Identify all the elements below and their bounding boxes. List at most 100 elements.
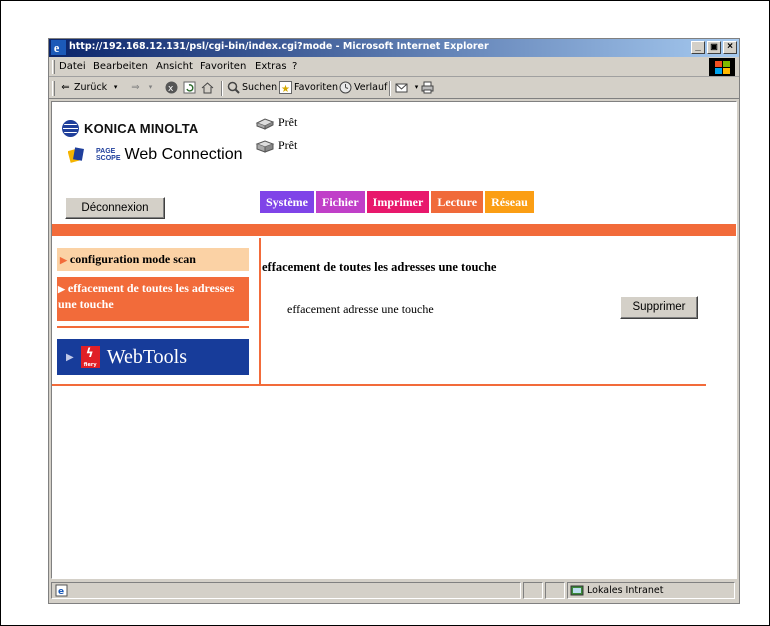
status-zone-cell: Lokales Intranet	[567, 582, 735, 599]
fiery-text: fiery	[83, 362, 97, 368]
toolbar: ⇐ Zurück ▾ ⇒ ▾ x Suchen ★ Favoriten Verl…	[49, 78, 739, 99]
forward-button[interactable]: ⇒ ▾	[129, 81, 157, 94]
status-text-2: Prêt	[278, 138, 298, 152]
sidebar-item-label: effacement de toutes les adresses une to…	[58, 281, 235, 311]
arrow-right-icon: ▶	[60, 255, 67, 265]
webtools-link[interactable]: ▶ ϟ fiery WebTools	[57, 339, 249, 375]
zone-label: Lokales Intranet	[587, 585, 664, 596]
pagescope-line1: PAGE	[96, 148, 116, 155]
browser-window: e http://192.168.12.131/psl/cgi-bin/inde…	[48, 38, 740, 604]
toolbar-separator	[389, 81, 391, 96]
history-icon	[339, 81, 352, 94]
tab-fichier[interactable]: Fichier	[316, 191, 365, 213]
title-bar[interactable]: e http://192.168.12.131/psl/cgi-bin/inde…	[49, 39, 739, 57]
print-button[interactable]	[421, 81, 434, 94]
forward-arrow-icon: ⇒	[131, 82, 140, 93]
search-icon	[227, 81, 240, 94]
stop-button[interactable]: x	[165, 81, 178, 94]
tab-reseau[interactable]: Réseau	[485, 191, 534, 213]
printer-icon	[255, 117, 275, 130]
home-icon	[201, 82, 214, 94]
history-button[interactable]: Verlauf	[339, 81, 387, 94]
sidebar-divider	[57, 326, 249, 328]
status-bar: e Lokales Intranet	[49, 580, 739, 601]
header-divider	[52, 224, 736, 236]
pagescope-line2: SCOPE	[96, 155, 121, 162]
refresh-button[interactable]	[183, 81, 196, 94]
menu-grip	[52, 60, 55, 74]
page-title: effacement de toutes les adresses une to…	[262, 260, 497, 274]
print-icon	[421, 81, 434, 94]
logout-button[interactable]: Déconnexion	[65, 197, 165, 219]
toolbar-grip	[52, 81, 55, 96]
mail-icon	[395, 83, 408, 93]
toolbar-separator	[221, 81, 223, 96]
menu-datei[interactable]: Datei	[59, 61, 86, 72]
tab-imprimer[interactable]: Imprimer	[366, 191, 430, 213]
svg-text:e: e	[58, 587, 64, 597]
konica-minolta-logo: KONICA MINOLTA	[62, 120, 199, 137]
chevron-down-icon: ▾	[148, 83, 153, 91]
menu-help[interactable]: ?	[292, 61, 297, 72]
sidebar-item-delete-all[interactable]: ▶ effacement de toutes les adresses une t…	[57, 277, 249, 321]
printer-status-1: Prêt	[255, 115, 297, 130]
history-label: Verlauf	[354, 82, 388, 93]
windows-logo-icon	[709, 58, 735, 76]
refresh-icon	[183, 81, 196, 94]
webtools-label: WebTools	[106, 345, 188, 368]
sidebar-item-scan-config[interactable]: ▶ configuration mode scan	[57, 248, 249, 271]
svg-text:x: x	[168, 84, 174, 94]
intranet-icon	[570, 585, 584, 596]
maximize-button[interactable]: ▣	[707, 41, 721, 54]
favorites-button[interactable]: ★ Favoriten	[279, 81, 338, 94]
home-button[interactable]	[201, 81, 214, 94]
content-divider	[52, 384, 706, 386]
back-label: Zurück	[74, 82, 108, 93]
pagescope-logo: PAGE SCOPE Web Connection	[68, 146, 243, 164]
status-cell	[545, 582, 565, 599]
arrow-right-icon: ▶	[58, 284, 65, 294]
menu-ansicht[interactable]: Ansicht	[156, 61, 193, 72]
page-icon: e	[55, 584, 68, 597]
search-label: Suchen	[242, 82, 278, 93]
menu-bearbeiten[interactable]: Bearbeiten	[93, 61, 148, 72]
tab-lecture[interactable]: Lecture	[431, 191, 484, 213]
tab-systeme[interactable]: Système	[260, 191, 314, 213]
scanner-icon	[255, 139, 275, 153]
product-name: Web Connection	[124, 146, 243, 163]
ie-logo-icon: e	[51, 40, 66, 55]
konica-globe-icon	[62, 120, 79, 137]
window-title: http://192.168.12.131/psl/cgi-bin/index.…	[69, 41, 489, 52]
search-button[interactable]: Suchen	[227, 81, 277, 94]
pagescope-icon	[68, 147, 84, 163]
vertical-divider	[259, 238, 261, 384]
stop-icon: x	[165, 81, 178, 94]
delete-row-label: effacement adresse une touche	[287, 302, 434, 316]
favorites-star-icon: ★	[279, 81, 292, 94]
menu-favoriten[interactable]: Favoriten	[200, 61, 246, 72]
status-cell	[523, 582, 543, 599]
lightning-icon: ϟ	[85, 346, 94, 360]
mail-button[interactable]: ▾	[395, 81, 423, 94]
printer-status-2: Prêt	[255, 138, 297, 153]
favorites-label: Favoriten	[294, 82, 338, 93]
brand-name: KONICA MINOLTA	[84, 121, 199, 136]
pagescope-small-text: PAGE SCOPE	[96, 148, 121, 162]
window-controls: _ ▣ ×	[691, 41, 737, 54]
back-button[interactable]: ⇐ Zurück ▾	[59, 81, 122, 94]
menu-extras[interactable]: Extras	[255, 61, 287, 72]
arrow-right-icon: ▶	[66, 351, 74, 363]
close-button[interactable]: ×	[723, 41, 737, 54]
chevron-down-icon: ▾	[113, 83, 118, 91]
minimize-button[interactable]: _	[691, 41, 705, 54]
svg-text:e: e	[54, 41, 60, 55]
fiery-logo-icon: ϟ fiery	[80, 346, 100, 368]
page-content: KONICA MINOLTA PAGE SCOPE Web Connection…	[51, 101, 737, 579]
status-text-1: Prêt	[278, 115, 298, 129]
main-tabs: Système Fichier Imprimer Lecture Réseau	[260, 191, 534, 213]
delete-button[interactable]: Supprimer	[620, 296, 698, 319]
status-main-cell: e	[51, 582, 521, 599]
svg-text:★: ★	[281, 84, 290, 94]
menu-bar: Datei Bearbeiten Ansicht Favoriten Extra…	[49, 57, 739, 77]
sidebar-item-label: configuration mode scan	[69, 252, 196, 266]
